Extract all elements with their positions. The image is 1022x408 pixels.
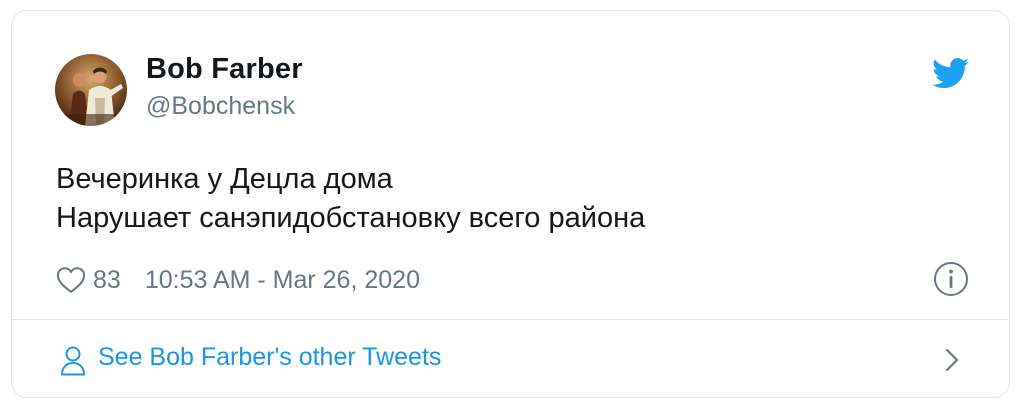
other-tweets-link[interactable]: See Bob Farber's other Tweets [12, 320, 1009, 397]
tweet-text: Вечеринка у Децла дома Нарушает санэпидо… [56, 160, 645, 238]
tweet-text-line: Вечеринка у Децла дома [56, 163, 393, 195]
chevron-right-icon[interactable] [944, 347, 960, 373]
tweet-text-line: Нарушает санэпидобстановку всего района [56, 202, 646, 234]
tweet-timestamp[interactable]: 10:53 AM - Mar 26, 2020 [145, 266, 420, 295]
tweet-card: Bob Farber @Bobchensk Вечеринка у Децла … [11, 10, 1010, 398]
other-tweets-label[interactable]: See Bob Farber's other Tweets [98, 343, 441, 372]
person-icon [61, 346, 85, 376]
info-icon[interactable] [933, 261, 969, 297]
twitter-bird-icon[interactable] [932, 58, 970, 89]
tweet-meta: 83 10:53 AM - Mar 26, 2020 [56, 263, 420, 297]
avatar[interactable] [55, 54, 127, 126]
heart-icon[interactable] [56, 266, 86, 294]
author-handle[interactable]: @Bobchensk [146, 92, 295, 121]
author-name[interactable]: Bob Farber [146, 53, 303, 86]
like-count[interactable]: 83 [93, 266, 121, 295]
